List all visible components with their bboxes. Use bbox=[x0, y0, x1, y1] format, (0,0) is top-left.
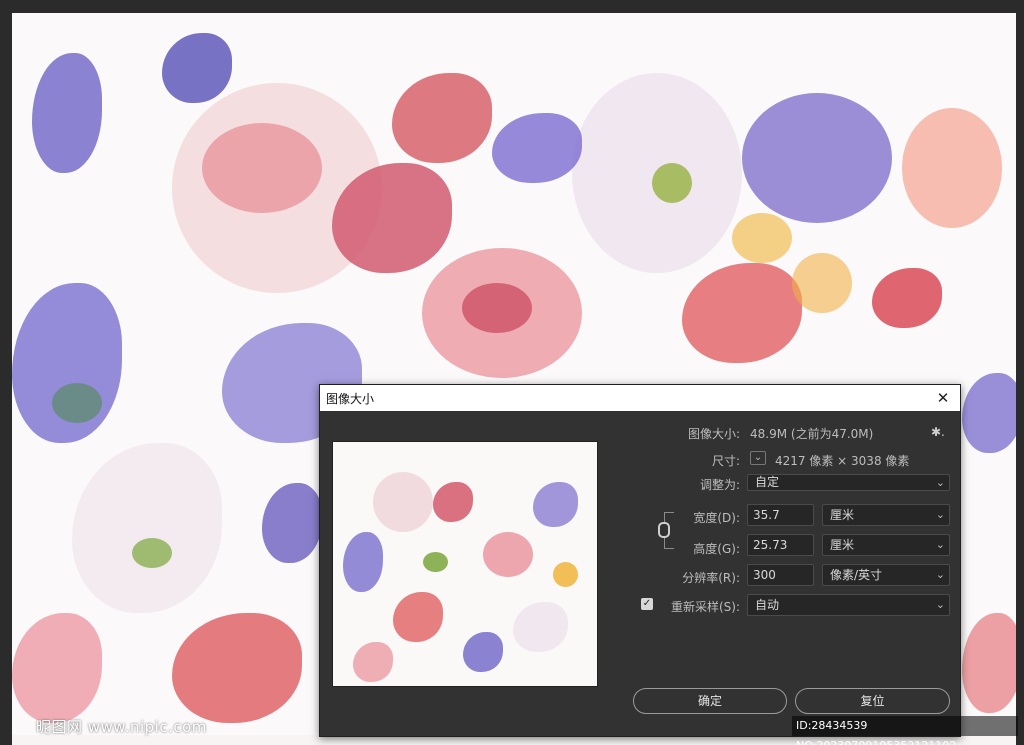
fit-to-select[interactable]: 自定 ⌄ bbox=[747, 474, 950, 491]
fit-to-value: 自定 bbox=[755, 475, 780, 489]
workspace-border-top bbox=[0, 0, 1024, 13]
chevron-down-icon: ⌄ bbox=[935, 508, 945, 521]
height-input[interactable]: 25.73 bbox=[747, 534, 814, 556]
image-size-dialog: 图像大小 ✕ 图像大小: 48.9M (之前为47.0M) ✱. 尺寸: ⌄ 4… bbox=[319, 384, 961, 737]
workspace-border-right bbox=[1016, 0, 1024, 745]
resample-value: 自动 bbox=[755, 598, 780, 612]
image-size-label: 图像大小: bbox=[687, 427, 740, 441]
width-unit-value: 厘米 bbox=[830, 508, 855, 522]
image-preview[interactable] bbox=[332, 441, 598, 687]
width-label: 宽度(D): bbox=[693, 511, 740, 525]
chevron-down-icon[interactable]: ⌄ bbox=[750, 451, 766, 465]
watermark-logo-text: 昵图网 www.nipic.com bbox=[36, 718, 207, 736]
resolution-unit-value: 像素/英寸 bbox=[830, 568, 883, 582]
ok-button[interactable]: 确定 bbox=[633, 688, 787, 714]
dialog-titlebar[interactable]: 图像大小 ✕ bbox=[320, 385, 960, 411]
dialog-title: 图像大小 bbox=[326, 391, 375, 406]
resample-label: 重新采样(S): bbox=[670, 600, 740, 614]
chevron-down-icon: ⌄ bbox=[935, 598, 945, 611]
resample-select[interactable]: 自动 ⌄ bbox=[747, 594, 950, 616]
watermark-id-text: ID:28434539 NO:20230709195352121102 bbox=[792, 716, 1018, 745]
dimensions-value: 4217 像素 × 3038 像素 bbox=[775, 454, 910, 468]
height-label: 高度(G): bbox=[693, 542, 740, 556]
chevron-down-icon: ⌄ bbox=[935, 568, 945, 581]
chevron-down-icon: ⌄ bbox=[935, 538, 945, 551]
close-icon[interactable]: ✕ bbox=[934, 389, 952, 407]
chevron-down-icon: ⌄ bbox=[935, 476, 945, 489]
gear-icon[interactable]: ✱. bbox=[931, 425, 945, 439]
width-unit-select[interactable]: 厘米 ⌄ bbox=[822, 504, 950, 526]
resolution-input[interactable]: 300 bbox=[747, 564, 814, 586]
resolution-unit-select[interactable]: 像素/英寸 ⌄ bbox=[822, 564, 950, 586]
image-size-value: 48.9M (之前为47.0M) bbox=[750, 427, 874, 441]
resolution-label: 分辨率(R): bbox=[682, 571, 740, 585]
reset-button[interactable]: 复位 bbox=[795, 688, 950, 714]
width-input[interactable]: 35.7 bbox=[747, 504, 814, 526]
height-unit-select[interactable]: 厘米 ⌄ bbox=[822, 534, 950, 556]
dimensions-label: 尺寸: bbox=[711, 454, 740, 468]
workspace-border-left bbox=[0, 0, 12, 745]
height-unit-value: 厘米 bbox=[830, 538, 855, 552]
fit-to-label: 调整为: bbox=[699, 478, 740, 492]
